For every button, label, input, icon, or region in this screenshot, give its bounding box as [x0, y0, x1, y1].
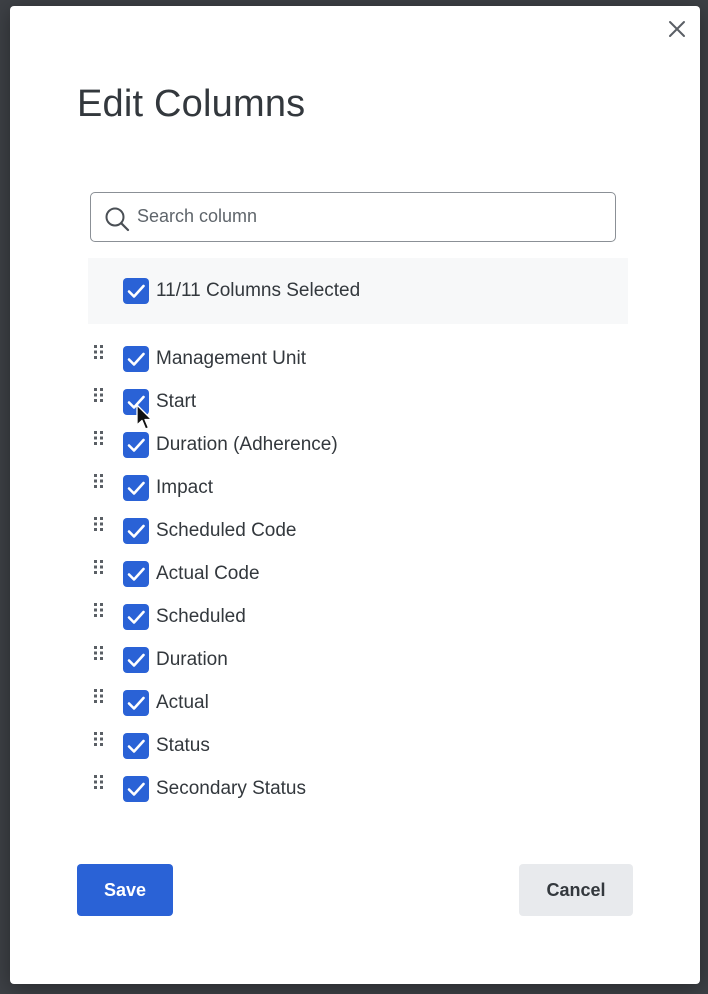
column-list-item: Impact [88, 469, 628, 512]
column-checkbox[interactable] [123, 518, 149, 544]
drag-handle-icon[interactable] [93, 645, 105, 661]
column-list-item: Duration [88, 641, 628, 684]
drag-handle-icon[interactable] [93, 774, 105, 790]
drag-handle-icon[interactable] [93, 344, 105, 360]
drag-handle-icon[interactable] [93, 688, 105, 704]
column-label: Secondary Status [156, 778, 306, 799]
select-all-checkbox[interactable] [123, 278, 149, 304]
column-checkbox[interactable] [123, 776, 149, 802]
column-label: Actual Code [156, 563, 260, 584]
column-checkbox[interactable] [123, 690, 149, 716]
column-checkbox[interactable] [123, 475, 149, 501]
drag-handle-icon[interactable] [93, 387, 105, 403]
column-checkbox[interactable] [123, 647, 149, 673]
column-label: Actual [156, 692, 209, 713]
column-list-item: Actual Code [88, 555, 628, 598]
close-icon[interactable] [666, 18, 688, 40]
column-label: Duration [156, 649, 228, 670]
drag-handle-icon[interactable] [93, 473, 105, 489]
column-list-item: Scheduled Code [88, 512, 628, 555]
column-checkbox[interactable] [123, 561, 149, 587]
drag-handle-icon[interactable] [93, 430, 105, 446]
edit-columns-dialog: Edit Columns 11/11 Columns Selected Mana… [10, 6, 700, 984]
column-checkbox[interactable] [123, 389, 149, 415]
cancel-button[interactable]: Cancel [519, 864, 633, 916]
dialog-title: Edit Columns [77, 83, 306, 125]
column-list-item: Actual [88, 684, 628, 727]
select-all-label: 11/11 Columns Selected [156, 280, 361, 301]
column-label: Scheduled Code [156, 520, 297, 541]
column-checkbox[interactable] [123, 604, 149, 630]
column-list-item: Status [88, 727, 628, 770]
column-label: Start [156, 391, 197, 412]
column-list-item: Secondary Status [88, 770, 628, 813]
column-label: Status [156, 735, 210, 756]
drag-handle-icon[interactable] [93, 516, 105, 532]
drag-handle-icon[interactable] [93, 559, 105, 575]
column-label: Scheduled [156, 606, 246, 627]
column-list-item: Start [88, 383, 628, 426]
column-list-item: Management Unit [88, 340, 628, 383]
drag-handle-icon[interactable] [93, 731, 105, 747]
column-label: Management Unit [156, 348, 306, 369]
column-checkbox[interactable] [123, 733, 149, 759]
column-checkbox[interactable] [123, 432, 149, 458]
column-list: Management Unit Start Duration (Adherence)… [88, 340, 628, 813]
select-all-row: 11/11 Columns Selected [88, 258, 628, 324]
save-button[interactable]: Save [77, 864, 173, 916]
column-list-item: Scheduled [88, 598, 628, 641]
column-label: Duration (Adherence) [156, 434, 338, 455]
column-checkbox[interactable] [123, 346, 149, 372]
drag-handle-icon[interactable] [93, 602, 105, 618]
search-icon [103, 205, 131, 233]
search-input[interactable] [137, 193, 597, 240]
column-label: Impact [156, 477, 214, 498]
search-field[interactable] [90, 192, 616, 242]
column-list-item: Duration (Adherence) [88, 426, 628, 469]
